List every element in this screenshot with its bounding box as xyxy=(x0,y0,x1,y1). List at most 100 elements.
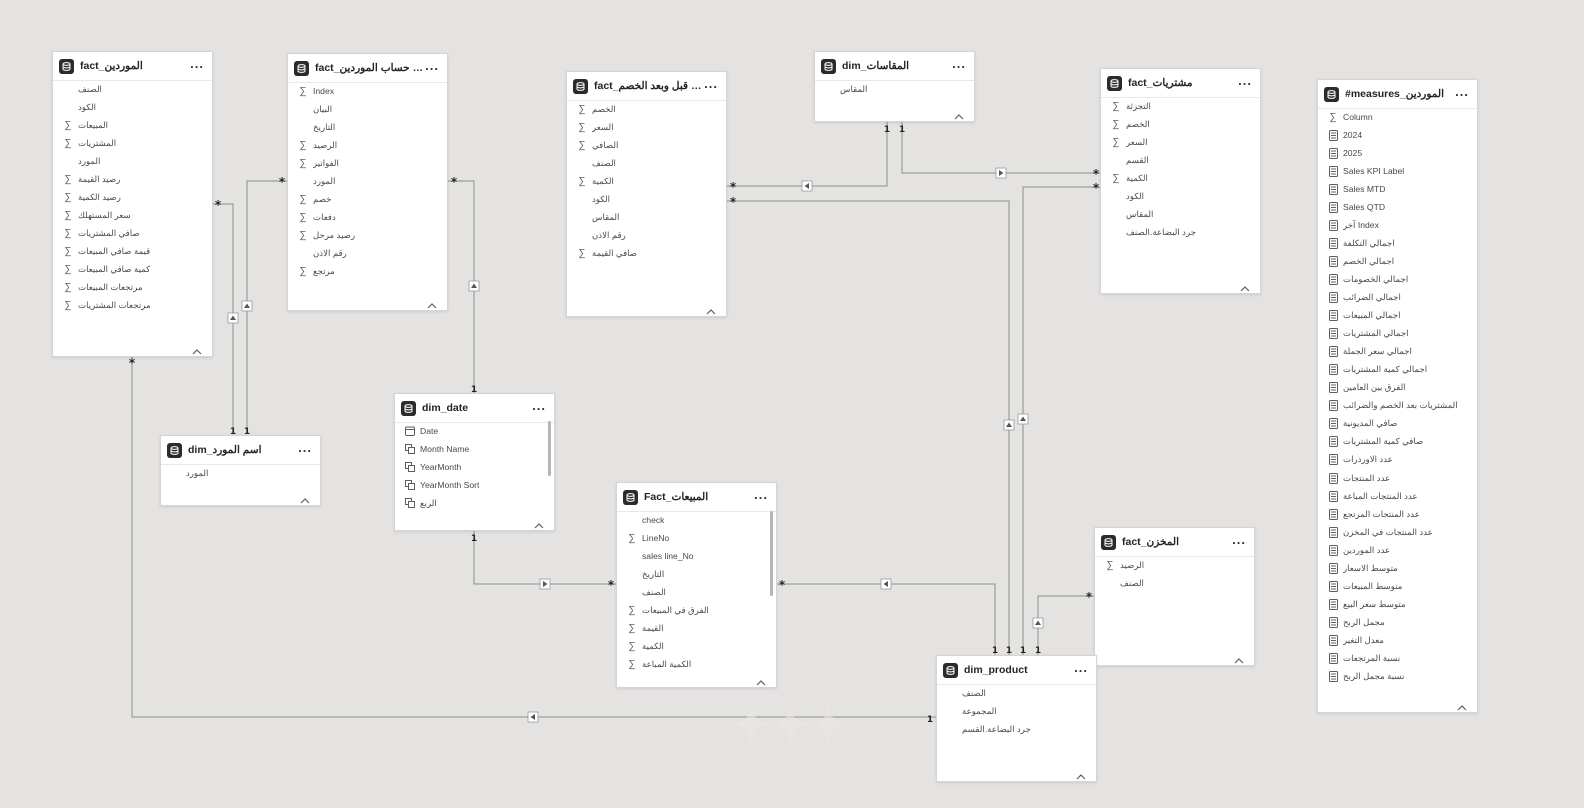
table-field[interactable]: جرد البضاعة.القسم xyxy=(945,720,1086,738)
table-field[interactable]: ∑ صافي المشتريات xyxy=(61,224,202,242)
table-field[interactable]: نسبة مجمل الربح xyxy=(1326,668,1467,686)
table-field[interactable]: ∑ كمية صافي المبيعات xyxy=(61,261,202,279)
table-header[interactable]: dim_date... xyxy=(395,394,554,423)
table-field[interactable]: الصنف xyxy=(625,583,766,601)
table-field[interactable]: مجمل الربح xyxy=(1326,613,1467,631)
table-field[interactable]: ∑ السعر xyxy=(575,118,716,136)
relationship-line[interactable] xyxy=(473,531,616,585)
table-field[interactable]: ∑ مرتجعات المبيعات xyxy=(61,279,202,297)
table-field[interactable]: الفرق بين العامين xyxy=(1326,379,1467,397)
collapse-chevron-icon[interactable] xyxy=(300,491,310,504)
table-header[interactable]: fact_مبيعات قبل وبعد الخصم... xyxy=(567,72,726,101)
table-card-t6[interactable]: #measures_الموردين... ∑ Column 2024 2025 Sale… xyxy=(1317,79,1478,713)
more-options-icon[interactable]: ... xyxy=(1074,661,1088,677)
more-options-icon[interactable]: ... xyxy=(952,57,966,73)
table-field[interactable]: ∑ رصيد القيمة xyxy=(61,170,202,188)
table-header[interactable]: Fact_المبيعات... xyxy=(617,483,776,512)
relationship-line[interactable] xyxy=(246,180,287,432)
table-field[interactable]: الصنف xyxy=(1103,574,1244,592)
table-field[interactable]: التاريخ xyxy=(625,565,766,583)
table-field[interactable]: اجمالي كمية المشتريات xyxy=(1326,361,1467,379)
table-field[interactable]: Date xyxy=(403,422,544,440)
relationship-line[interactable] xyxy=(1037,595,1094,655)
table-field[interactable]: ∑ Column xyxy=(1326,108,1467,126)
table-field[interactable]: ∑ الرصيد xyxy=(1103,556,1244,574)
table-header[interactable]: dim_product... xyxy=(937,656,1096,685)
table-field[interactable]: ∑ المشتريات xyxy=(61,134,202,152)
table-header[interactable]: fact_كشف حساب الموردين... xyxy=(288,54,447,83)
table-header[interactable]: dim_المقاسات... xyxy=(815,52,974,81)
more-options-icon[interactable]: ... xyxy=(425,59,439,75)
table-field[interactable]: اجمالي الخصومات xyxy=(1326,270,1467,288)
table-field[interactable]: عدد المنتجات المرتجع xyxy=(1326,505,1467,523)
more-options-icon[interactable]: ... xyxy=(190,57,204,73)
table-field[interactable]: الصنف xyxy=(575,154,716,172)
collapse-chevron-icon[interactable] xyxy=(1234,651,1244,664)
table-header[interactable]: fact_المخزن... xyxy=(1095,528,1254,557)
table-field[interactable]: اجمالي المبيعات xyxy=(1326,307,1467,325)
table-field[interactable]: عدد المنتجات المباعة xyxy=(1326,487,1467,505)
table-field[interactable]: ∑ الكمية xyxy=(575,172,716,190)
table-field[interactable]: check xyxy=(625,511,766,529)
table-field[interactable]: صافي المديونية xyxy=(1326,415,1467,433)
collapse-chevron-icon[interactable] xyxy=(192,342,202,355)
table-field[interactable]: ∑ Index xyxy=(296,82,437,100)
table-field[interactable]: عدد الاوردرات xyxy=(1326,451,1467,469)
table-field[interactable]: متوسط الاسعار xyxy=(1326,559,1467,577)
table-field[interactable]: الكود xyxy=(575,190,716,208)
table-field[interactable]: YearMonth Sort xyxy=(403,476,544,494)
table-header[interactable]: dim_اسم المورد... xyxy=(161,436,320,465)
table-field[interactable]: اجمالي المشتريات xyxy=(1326,325,1467,343)
table-field[interactable]: ∑ LineNo xyxy=(625,529,766,547)
table-field[interactable]: ∑ الفواتير xyxy=(296,154,437,172)
table-field[interactable]: المورد xyxy=(61,152,202,170)
table-field[interactable]: متوسط المبيعات xyxy=(1326,577,1467,595)
relationship-line[interactable] xyxy=(727,122,888,187)
table-field[interactable]: ∑ مرتجع xyxy=(296,263,437,281)
more-options-icon[interactable]: ... xyxy=(298,441,312,457)
table-field[interactable]: رقم الاذن xyxy=(296,244,437,262)
table-field[interactable]: اجمالي التكلفة xyxy=(1326,234,1467,252)
table-field[interactable]: ∑ المبيعات xyxy=(61,116,202,134)
more-options-icon[interactable]: ... xyxy=(754,488,768,504)
table-field[interactable]: Sales KPI Label xyxy=(1326,162,1467,180)
table-field[interactable]: 2024 xyxy=(1326,126,1467,144)
table-field[interactable]: المشتريات بعد الخصم والضرائب xyxy=(1326,397,1467,415)
table-field[interactable]: التاريخ xyxy=(296,118,437,136)
collapse-chevron-icon[interactable] xyxy=(756,673,766,686)
table-field[interactable]: ∑ الفرق في المبيعات xyxy=(625,601,766,619)
table-field[interactable]: نسبة المرتجعات xyxy=(1326,650,1467,668)
table-field[interactable]: عدد المنتجات في المخزن xyxy=(1326,523,1467,541)
table-field[interactable]: متوسط سعر البيع xyxy=(1326,595,1467,613)
table-card-t1[interactable]: fact_الموردين... الصنف الكود ∑ المبيعات ∑ المش… xyxy=(52,51,213,357)
table-card-t3[interactable]: fact_مبيعات قبل وبعد الخصم... ∑ الخصم ∑ السع… xyxy=(566,71,727,317)
collapse-chevron-icon[interactable] xyxy=(1240,279,1250,292)
table-field[interactable]: الربع xyxy=(403,494,544,512)
table-field[interactable]: عدد المنتجات xyxy=(1326,469,1467,487)
table-field[interactable]: جرد البضاعة.الصنف xyxy=(1109,223,1250,241)
collapse-chevron-icon[interactable] xyxy=(1457,698,1467,711)
table-card-t2[interactable]: fact_كشف حساب الموردين... ∑ Index البيان الت… xyxy=(287,53,448,311)
table-field[interactable]: ∑ دفعات xyxy=(296,208,437,226)
table-card-t8[interactable]: dim_اسم المورد... المورد xyxy=(160,435,321,506)
table-field[interactable]: 2025 xyxy=(1326,144,1467,162)
table-field[interactable]: ∑ الرصيد xyxy=(296,136,437,154)
more-options-icon[interactable]: ... xyxy=(532,399,546,415)
table-field[interactable]: الصنف xyxy=(945,684,1086,702)
table-field[interactable]: ∑ الصافي xyxy=(575,136,716,154)
table-field[interactable]: ∑ الخصم xyxy=(1109,115,1250,133)
collapse-chevron-icon[interactable] xyxy=(706,302,716,315)
table-scrollbar[interactable] xyxy=(770,511,773,596)
table-field[interactable]: Sales MTD xyxy=(1326,180,1467,198)
relationship-line[interactable] xyxy=(1022,186,1100,655)
table-field[interactable]: القسم xyxy=(1109,151,1250,169)
table-field[interactable]: ∑ قيمة صافي المبيعات xyxy=(61,242,202,260)
table-field[interactable]: ∑ القيمة xyxy=(625,619,766,637)
table-field[interactable]: ∑ الخصم xyxy=(575,100,716,118)
table-field[interactable]: Month Name xyxy=(403,440,544,458)
table-field[interactable]: عدد الموردين xyxy=(1326,541,1467,559)
table-card-t5[interactable]: fact_مشتريات... ∑ التجزئة ∑ الخصم ∑ السعر القسم… xyxy=(1100,68,1261,294)
collapse-chevron-icon[interactable] xyxy=(954,107,964,120)
table-card-t9[interactable]: Fact_المبيعات... check ∑ LineNo sales line_N… xyxy=(616,482,777,688)
table-field[interactable]: المقاس xyxy=(823,80,964,98)
